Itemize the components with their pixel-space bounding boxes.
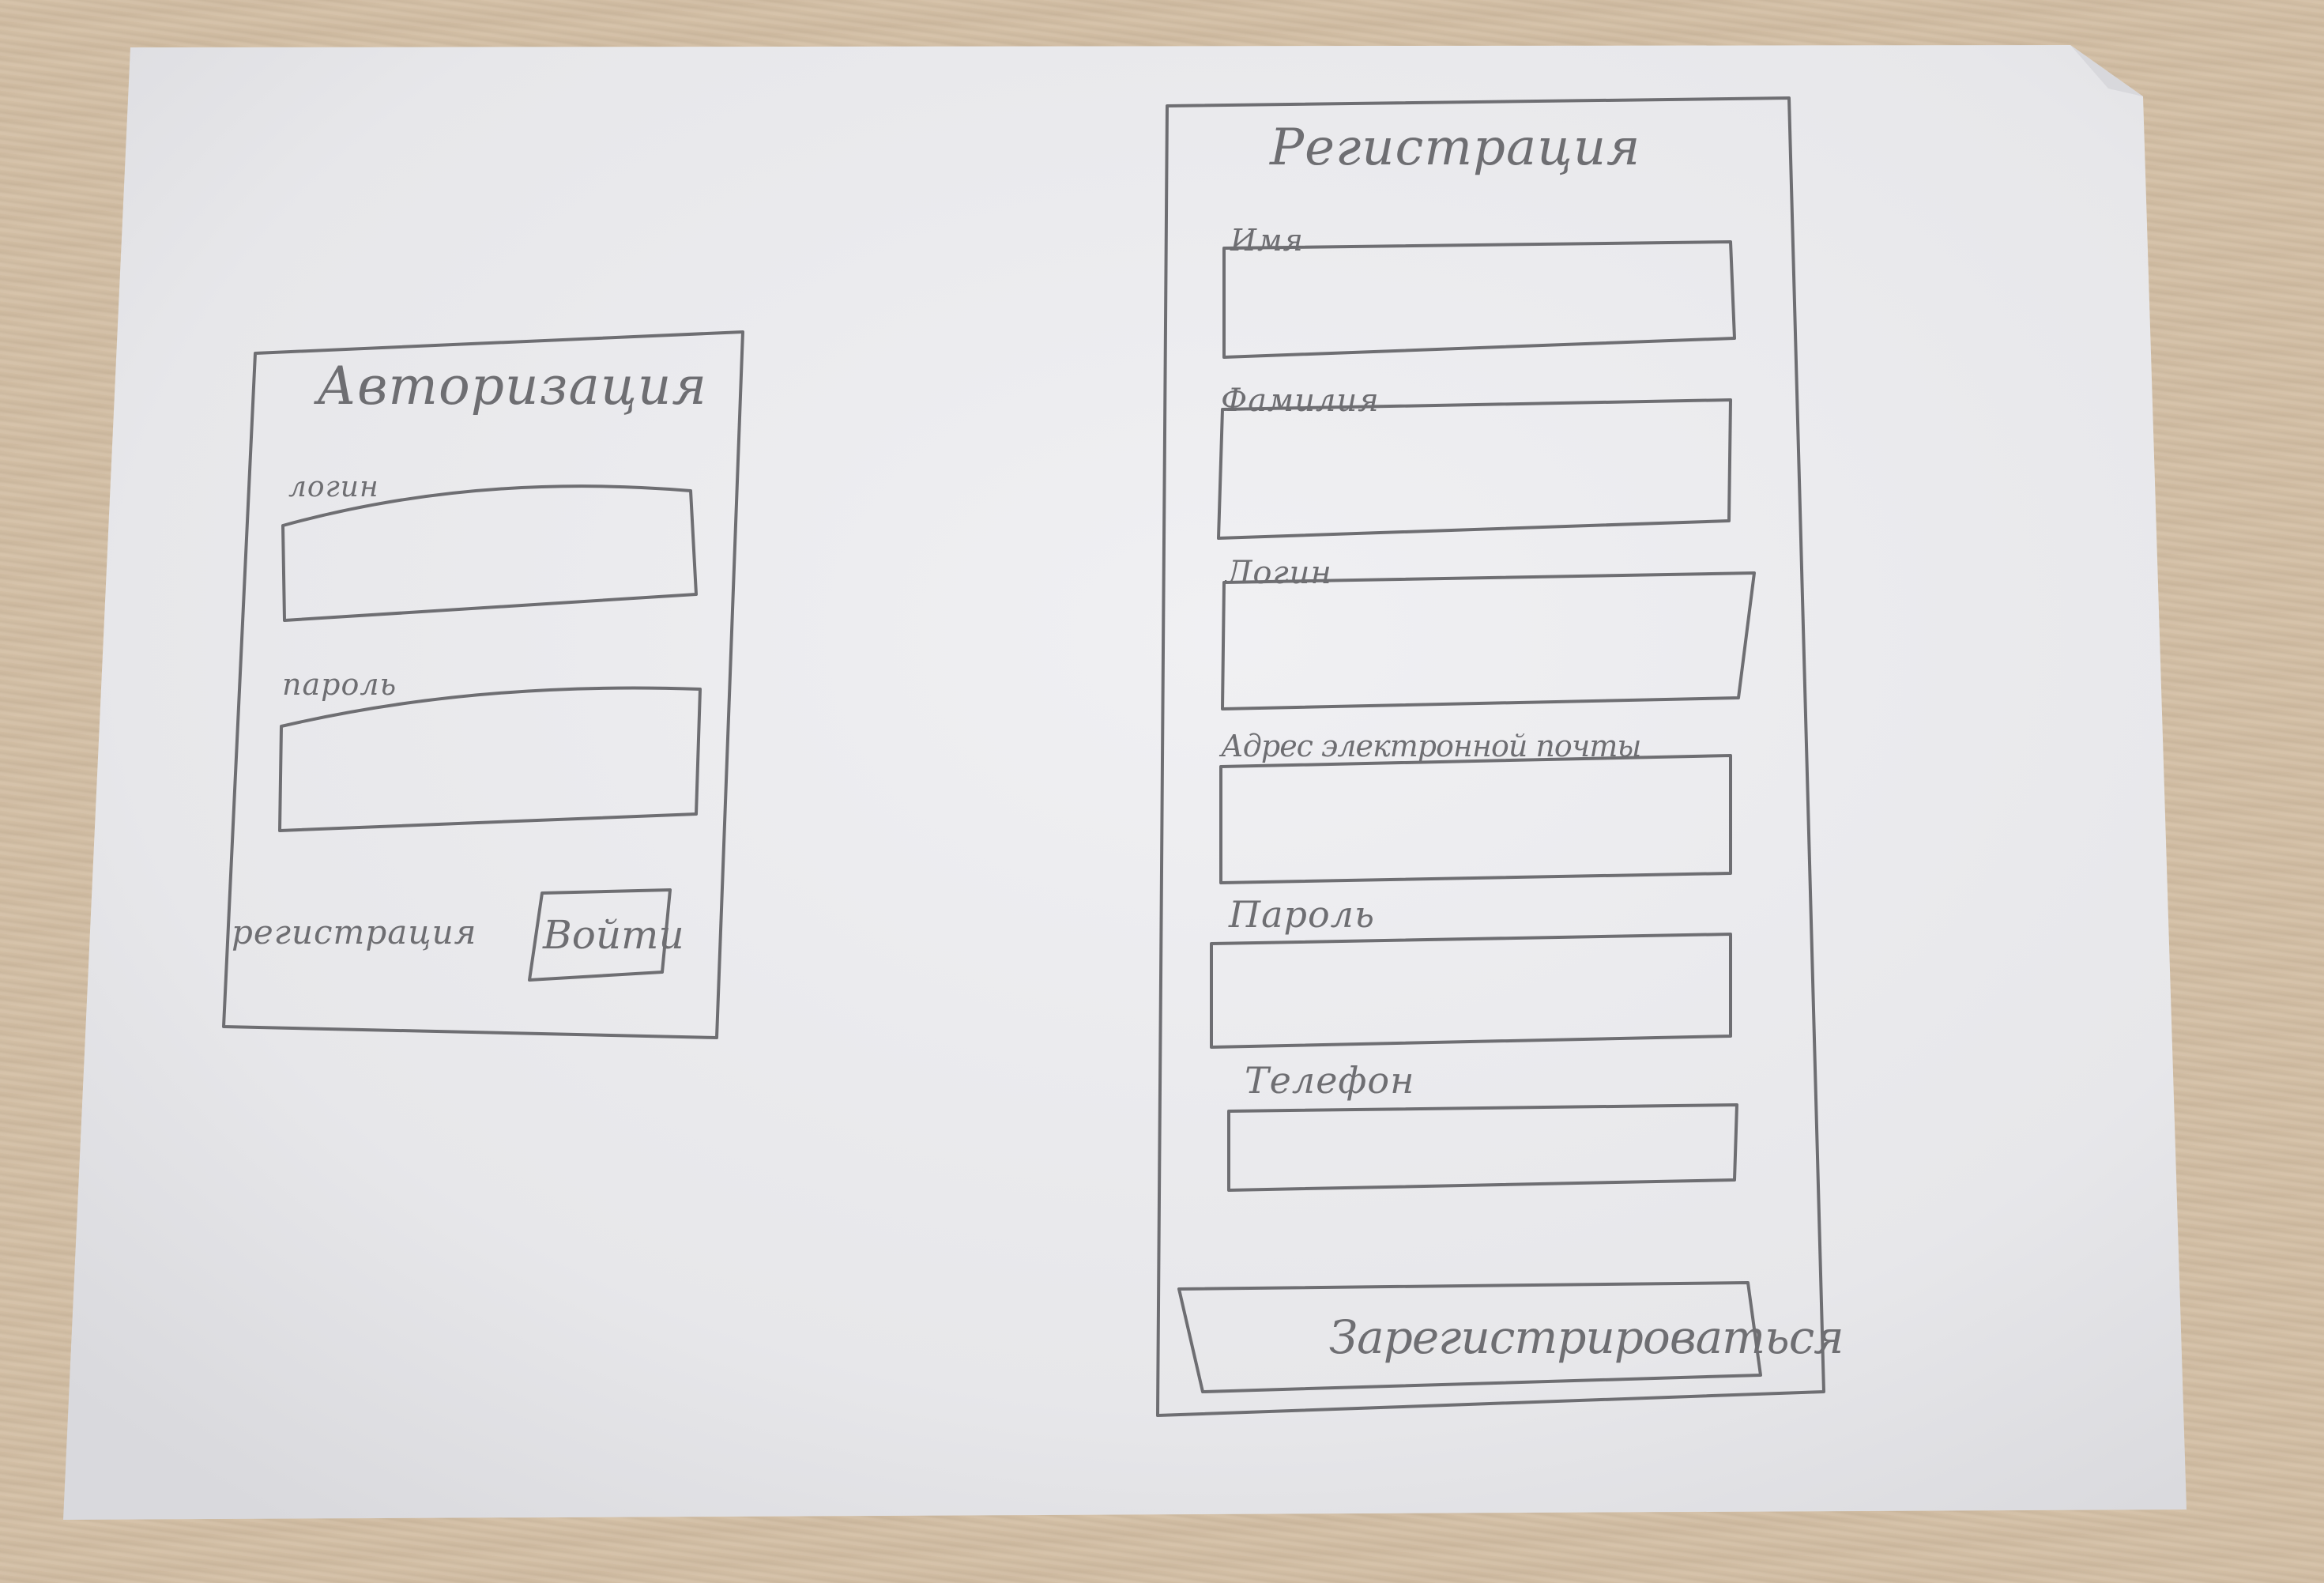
password-input[interactable]	[281, 688, 698, 830]
login-window: Авторизация логин пароль регистрация Вой…	[224, 332, 743, 1038]
registration-window: Регистрация Имя Фамилия Логин Адрес элек…	[1158, 98, 1844, 1415]
first-name-input[interactable]	[1224, 243, 1734, 356]
username-input[interactable]	[1224, 575, 1753, 709]
login-button-label: Войти	[543, 912, 684, 958]
register-link[interactable]: регистрация	[232, 913, 476, 952]
phone-input[interactable]	[1229, 1105, 1737, 1192]
last-name-input[interactable]	[1221, 403, 1731, 537]
password-reg-label: Пароль	[1229, 893, 1376, 936]
phone-label: Телефон	[1245, 1059, 1415, 1102]
password-reg-input[interactable]	[1211, 936, 1731, 1046]
register-button[interactable]: Зарегистрироваться	[1179, 1283, 1844, 1391]
email-input[interactable]	[1221, 757, 1731, 884]
register-button-label: Зарегистрироваться	[1329, 1310, 1844, 1364]
registration-title: Регистрация	[1270, 119, 1641, 177]
login-input[interactable]	[285, 492, 696, 618]
login-button[interactable]: Войти	[532, 890, 684, 981]
login-title: Авторизация	[317, 356, 708, 416]
